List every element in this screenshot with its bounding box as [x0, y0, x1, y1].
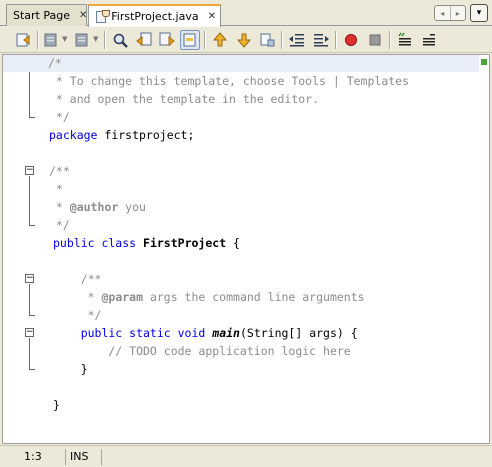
code-line[interactable]: /** [53, 270, 102, 288]
code-token: public static void [53, 326, 206, 340]
caret-position: 1:3 [20, 449, 66, 465]
code-line[interactable]: package firstproject; [49, 126, 194, 144]
stop-macro-icon[interactable] [365, 30, 385, 50]
code-token: * [53, 290, 102, 304]
forward-history-icon[interactable] [41, 30, 61, 50]
editor-tab-bar: Start Page ✕ FirstProject.java ✕ ◂ ▸ ▾ [0, 0, 492, 27]
code-line[interactable]: } [53, 396, 60, 414]
java-file-icon [95, 9, 110, 24]
code-line[interactable]: public static void main(String[] args) { [53, 324, 358, 342]
code-token: // TODO code application logic here [53, 344, 351, 358]
close-icon[interactable]: ✕ [79, 10, 87, 21]
toggle-highlight-icon[interactable] [180, 30, 200, 50]
start-macro-icon[interactable] [341, 30, 361, 50]
code-token: */ [49, 218, 70, 232]
code-token: package [49, 128, 98, 142]
code-token: firstproject; [97, 128, 195, 142]
fold-toggle-icon[interactable]: − [25, 328, 34, 337]
code-token: * [49, 182, 63, 196]
tab-label: Start Page [13, 9, 70, 22]
code-line[interactable]: * @param args the command line arguments [53, 288, 365, 306]
code-line[interactable]: * and open the template in the editor. [49, 90, 319, 108]
code-line[interactable]: */ [49, 108, 70, 126]
code-line[interactable]: /** [49, 162, 70, 180]
code-token: * [49, 200, 70, 214]
insert-mode: INS [66, 449, 102, 465]
fold-end-marker [29, 117, 35, 118]
code-line[interactable]: */ [49, 216, 70, 234]
code-line[interactable]: public class FirstProject { [53, 234, 240, 252]
code-line[interactable]: * [49, 180, 63, 198]
code-token: */ [49, 110, 70, 124]
code-line[interactable]: * To change this template, choose Tools … [49, 72, 409, 90]
code-token: } [53, 398, 60, 412]
comment-icon[interactable] [395, 30, 415, 50]
code-line[interactable]: /* [3, 55, 489, 72]
fold-end-marker [29, 225, 35, 226]
fold-toggle-icon[interactable]: − [25, 274, 34, 283]
code-line[interactable]: // TODO code application logic here [53, 342, 351, 360]
code-token: /* [48, 56, 62, 70]
tab-label: FirstProject.java [111, 10, 199, 23]
close-icon[interactable]: ✕ [208, 11, 216, 22]
code-token: you [118, 200, 146, 214]
scroll-right-icon[interactable]: ▸ [451, 6, 466, 20]
code-token: main [212, 326, 240, 340]
tab-scroll-buttons: ◂ ▸ [434, 5, 466, 21]
last-edit-icon[interactable] [72, 30, 92, 50]
previous-bookmark-icon[interactable] [210, 30, 230, 50]
status-bar: 1:3 INS [0, 445, 492, 467]
tab-firstproject-java[interactable]: FirstProject.java ✕ [88, 4, 221, 27]
code-editor[interactable]: −−−− /* * To change this template, choos… [2, 54, 490, 444]
find-icon[interactable] [110, 30, 130, 50]
code-token: * To change this template, choose Tools … [49, 74, 410, 88]
code-line[interactable]: } [53, 360, 88, 378]
fold-gutter: −−−− [3, 55, 39, 443]
fold-guide [29, 284, 30, 315]
back-history-icon[interactable] [14, 30, 34, 50]
fold-guide [29, 176, 30, 225]
code-token: /** [49, 164, 70, 178]
code-token: FirstProject [143, 236, 227, 250]
code-token: (String[] args) { [239, 326, 358, 340]
code-token: args the command line arguments [143, 290, 365, 304]
chevron-down-icon[interactable]: ▼ [62, 35, 67, 43]
find-next-icon[interactable] [157, 30, 177, 50]
fold-end-marker [29, 369, 35, 370]
scroll-left-icon[interactable]: ◂ [435, 6, 451, 20]
code-token: public class [53, 236, 137, 250]
code-token: @author [69, 200, 119, 214]
editor-toolbar: ▼ ▼ [0, 27, 492, 53]
next-bookmark-icon[interactable] [234, 30, 254, 50]
error-stripe [479, 55, 489, 443]
fold-guide [29, 338, 30, 369]
tab-start-page[interactable]: Start Page ✕ [6, 4, 87, 26]
fold-guide [29, 68, 30, 117]
code-token: } [53, 362, 88, 376]
code-token: @param [101, 290, 144, 304]
find-previous-icon[interactable] [134, 30, 154, 50]
shift-right-icon[interactable] [311, 30, 331, 50]
code-line[interactable]: */ [53, 306, 102, 324]
chevron-down-icon[interactable]: ▼ [93, 35, 98, 43]
shift-left-icon[interactable] [287, 30, 307, 50]
fold-end-marker [29, 315, 35, 316]
code-line[interactable]: * @author you [49, 198, 146, 216]
fold-toggle-icon[interactable]: − [25, 166, 34, 175]
code-token: /** [53, 272, 102, 286]
code-token: { [226, 236, 240, 250]
toggle-bookmark-icon[interactable] [257, 30, 277, 50]
tab-list-dropdown-icon[interactable]: ▾ [470, 4, 488, 22]
code-token: * and open the template in the editor. [49, 92, 320, 106]
code-token: */ [53, 308, 102, 322]
uncomment-icon[interactable] [419, 30, 439, 50]
no-errors-indicator [481, 59, 487, 65]
